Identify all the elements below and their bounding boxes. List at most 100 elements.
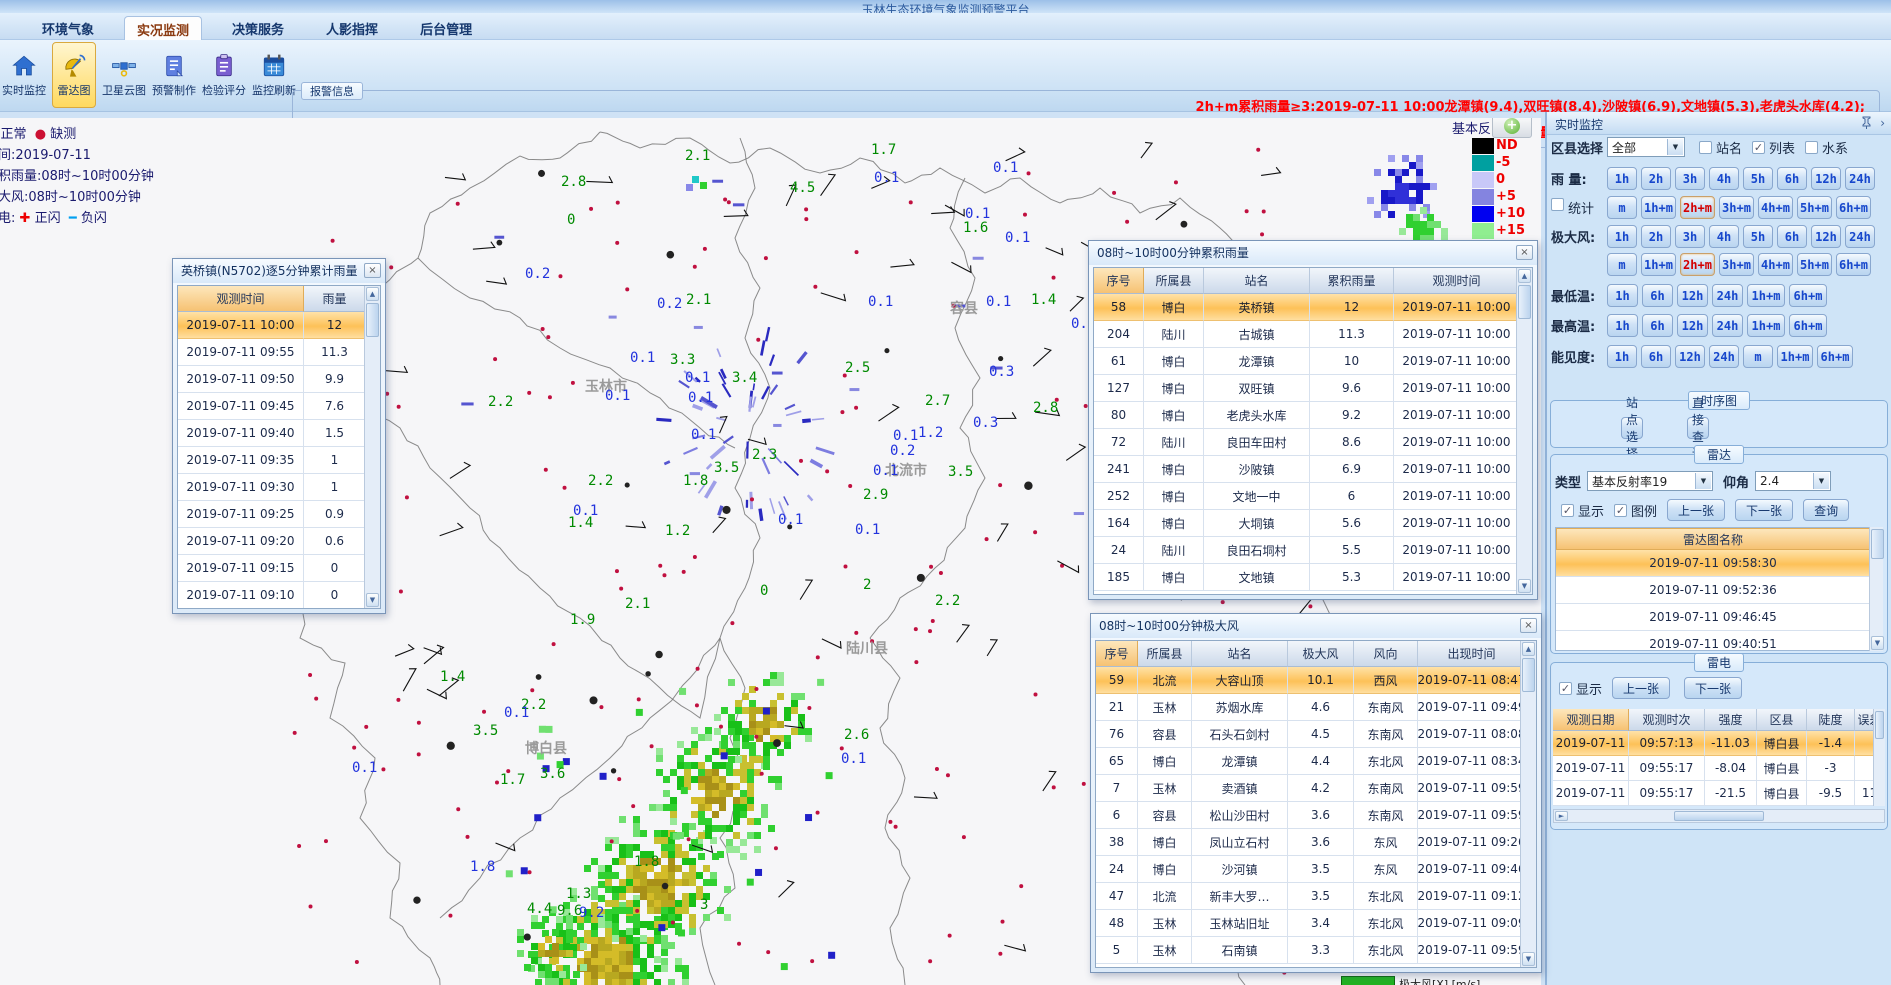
radar-list-item[interactable]: 2019-07-11 09:52:36 bbox=[1556, 577, 1870, 604]
close-icon[interactable]: × bbox=[364, 263, 381, 278]
table-row[interactable]: 2019-07-11 10:0012 bbox=[178, 312, 364, 339]
button-下一张[interactable]: 下一张 bbox=[1684, 677, 1742, 699]
table-row[interactable]: 65博白龙潭镇4.4东北风2019-07-11 08:34 bbox=[1096, 748, 1520, 775]
table-row[interactable]: 80博白老虎头水库9.22019-07-11 10:00 bbox=[1094, 402, 1516, 429]
interval-button-6h[interactable]: 6h bbox=[1642, 314, 1673, 337]
table-row[interactable]: 2019-07-11 09:351 bbox=[178, 447, 364, 474]
tab-环境气象[interactable]: 环境气象 bbox=[30, 16, 106, 43]
table-row[interactable]: 38博白凤山立石村3.6东风2019-07-11 09:26 bbox=[1096, 829, 1520, 856]
popup-titlebar[interactable]: 英桥镇(N5702)逐5分钟累计雨量× bbox=[173, 259, 385, 283]
column-header-观测日期[interactable]: 观测日期 bbox=[1553, 709, 1629, 731]
interval-button-5h+m[interactable]: 5h+m bbox=[1797, 196, 1832, 219]
column-header-观测时间[interactable]: 观测时间 bbox=[178, 286, 304, 312]
table-row[interactable]: 48玉林玉林站旧址3.4东北风2019-07-11 09:09 bbox=[1096, 910, 1520, 937]
checkbox-lightning-show[interactable]: ✓ bbox=[1559, 682, 1572, 695]
interval-button-1h+m[interactable]: 1h+m bbox=[1777, 345, 1813, 368]
pin-icon[interactable] bbox=[1861, 116, 1872, 129]
checkbox-统计[interactable] bbox=[1551, 198, 1564, 211]
table-row[interactable]: 127博白双旺镇9.62019-07-11 10:00 bbox=[1094, 375, 1516, 402]
close-icon[interactable]: × bbox=[1520, 618, 1537, 633]
radar-list-scrollbar[interactable]: ▼ bbox=[1869, 527, 1883, 651]
radar-type-dropdown[interactable]: 基本反射率19▼ bbox=[1587, 471, 1713, 491]
radar-list-item[interactable]: 2019-07-11 09:58:30 bbox=[1556, 550, 1870, 577]
table-row[interactable]: 2019-07-11 09:457.6 bbox=[178, 393, 364, 420]
toolbar-button-预警制作[interactable]: 预警制作 bbox=[152, 42, 196, 108]
table-row[interactable]: 204陆川古城镇11.32019-07-11 10:00 bbox=[1094, 321, 1516, 348]
interval-button-1h[interactable]: 1h bbox=[1607, 314, 1638, 337]
interval-button-12h[interactable]: 12h bbox=[1677, 314, 1708, 337]
table-row[interactable]: 24博白沙河镇3.5东风2019-07-11 09:46 bbox=[1096, 856, 1520, 883]
table-row[interactable]: 2019-07-1109:55:17-8.04博白县-3 bbox=[1553, 756, 1875, 781]
button-上一张[interactable]: 上一张 bbox=[1612, 677, 1670, 699]
table-row[interactable]: 2019-07-11 09:250.9 bbox=[178, 501, 364, 528]
checkbox-radar-show[interactable]: ✓ bbox=[1561, 504, 1574, 517]
interval-button-6h[interactable]: 6h bbox=[1642, 284, 1673, 307]
radar-elev-dropdown[interactable]: 2.4▼ bbox=[1755, 471, 1831, 491]
interval-button-4h[interactable]: 4h bbox=[1709, 225, 1739, 248]
interval-button-6h[interactable]: 6h bbox=[1777, 167, 1807, 190]
interval-button-6h+m[interactable]: 6h+m bbox=[1789, 284, 1827, 307]
column-header-强度[interactable]: 强度 bbox=[1705, 709, 1757, 731]
table-row[interactable]: 2019-07-11 09:301 bbox=[178, 474, 364, 501]
scroll-down-icon[interactable]: ▼ bbox=[366, 593, 379, 607]
table-row[interactable]: 2019-07-11 09:401.5 bbox=[178, 420, 364, 447]
table-row[interactable]: 252博白文地一中62019-07-11 10:00 bbox=[1094, 483, 1516, 510]
table-row[interactable]: 61博白龙潭镇102019-07-11 10:00 bbox=[1094, 348, 1516, 375]
interval-button-5h+m[interactable]: 5h+m bbox=[1797, 253, 1832, 276]
column-header-陡度[interactable]: 陡度 bbox=[1807, 709, 1855, 731]
table-row[interactable]: 2019-07-11 09:150 bbox=[178, 555, 364, 582]
scroll-down-icon[interactable]: ▼ bbox=[1522, 952, 1535, 966]
button-站点选择[interactable]: 站点选择 bbox=[1621, 417, 1643, 439]
dropdown-arrow-icon[interactable]: ▼ bbox=[1813, 473, 1829, 489]
column-header-雨量[interactable]: 雨量 bbox=[304, 286, 364, 312]
interval-button-6h[interactable]: 6h bbox=[1641, 345, 1671, 368]
scroll-down-icon[interactable]: ▼ bbox=[1871, 636, 1884, 650]
interval-button-1h+m[interactable]: 1h+m bbox=[1641, 253, 1676, 276]
interval-button-1h+m[interactable]: 1h+m bbox=[1747, 314, 1785, 337]
interval-button-12h[interactable]: 12h bbox=[1811, 225, 1841, 248]
interval-button-12h[interactable]: 12h bbox=[1677, 284, 1708, 307]
column-header-所属县[interactable]: 所属县 bbox=[1138, 641, 1192, 667]
interval-button-m[interactable]: m bbox=[1607, 253, 1637, 276]
scroll-thumb[interactable] bbox=[1875, 711, 1884, 739]
table-row[interactable]: 59北流大容山顶10.1西风2019-07-11 08:47 bbox=[1096, 667, 1520, 694]
interval-button-6h+m[interactable]: 6h+m bbox=[1817, 345, 1853, 368]
scroll-right-icon[interactable]: ► bbox=[1555, 811, 1568, 821]
close-icon[interactable]: × bbox=[1516, 245, 1533, 260]
vertical-scrollbar[interactable]: ▲▼ bbox=[1520, 641, 1536, 967]
column-header-所属县[interactable]: 所属县 bbox=[1144, 268, 1204, 294]
table-row[interactable]: 2019-07-11 09:509.9 bbox=[178, 366, 364, 393]
zoom-plus-button[interactable]: + bbox=[1492, 118, 1532, 138]
interval-button-12h[interactable]: 12h bbox=[1811, 167, 1841, 190]
interval-button-6h+m[interactable]: 6h+m bbox=[1836, 253, 1871, 276]
interval-button-24h[interactable]: 24h bbox=[1709, 345, 1739, 368]
tab-后台管理[interactable]: 后台管理 bbox=[408, 16, 484, 43]
checkbox-水系[interactable] bbox=[1805, 141, 1818, 154]
interval-button-3h[interactable]: 3h bbox=[1675, 225, 1705, 248]
interval-button-24h[interactable]: 24h bbox=[1845, 167, 1875, 190]
table-row[interactable]: 7玉林卖酒镇4.2东南风2019-07-11 09:59 bbox=[1096, 775, 1520, 802]
column-header-序号[interactable]: 序号 bbox=[1094, 268, 1144, 294]
interval-button-6h+m[interactable]: 6h+m bbox=[1836, 196, 1871, 219]
table-row[interactable]: 21玉林苏烟水库4.6东南风2019-07-11 09:49 bbox=[1096, 694, 1520, 721]
collapse-arrow-icon[interactable]: › bbox=[1880, 116, 1885, 130]
interval-button-4h+m[interactable]: 4h+m bbox=[1758, 196, 1793, 219]
scroll-down-icon[interactable]: ▼ bbox=[1518, 579, 1531, 593]
table-row[interactable]: 5玉林石南镇3.3东北风2019-07-11 09:59 bbox=[1096, 937, 1520, 964]
interval-button-4h[interactable]: 4h bbox=[1709, 167, 1739, 190]
column-header-站名[interactable]: 站名 bbox=[1204, 268, 1310, 294]
interval-button-3h+m[interactable]: 3h+m bbox=[1719, 196, 1754, 219]
interval-button-6h[interactable]: 6h bbox=[1777, 225, 1807, 248]
table-row[interactable]: 241博白沙陂镇6.92019-07-11 10:00 bbox=[1094, 456, 1516, 483]
table-row[interactable]: 2019-07-1109:57:13-11.03博白县-1.4 bbox=[1553, 731, 1875, 756]
checkbox-站名[interactable] bbox=[1699, 141, 1712, 154]
popup-titlebar[interactable]: 08时~10时00分钟极大风× bbox=[1091, 614, 1541, 638]
interval-button-2h+m[interactable]: 2h+m bbox=[1680, 253, 1715, 276]
tab-人影指挥[interactable]: 人影指挥 bbox=[314, 16, 390, 43]
table-row[interactable]: 2019-07-11 09:200.6 bbox=[178, 528, 364, 555]
radar-list-item[interactable]: 2019-07-11 09:46:45 bbox=[1556, 604, 1870, 631]
interval-button-m[interactable]: m bbox=[1607, 196, 1637, 219]
scroll-up-icon[interactable]: ▲ bbox=[1522, 642, 1535, 656]
toolbar-button-雷达图[interactable]: 雷达图 bbox=[52, 42, 96, 108]
button-直接查询[interactable]: 直接查询 bbox=[1687, 417, 1709, 439]
